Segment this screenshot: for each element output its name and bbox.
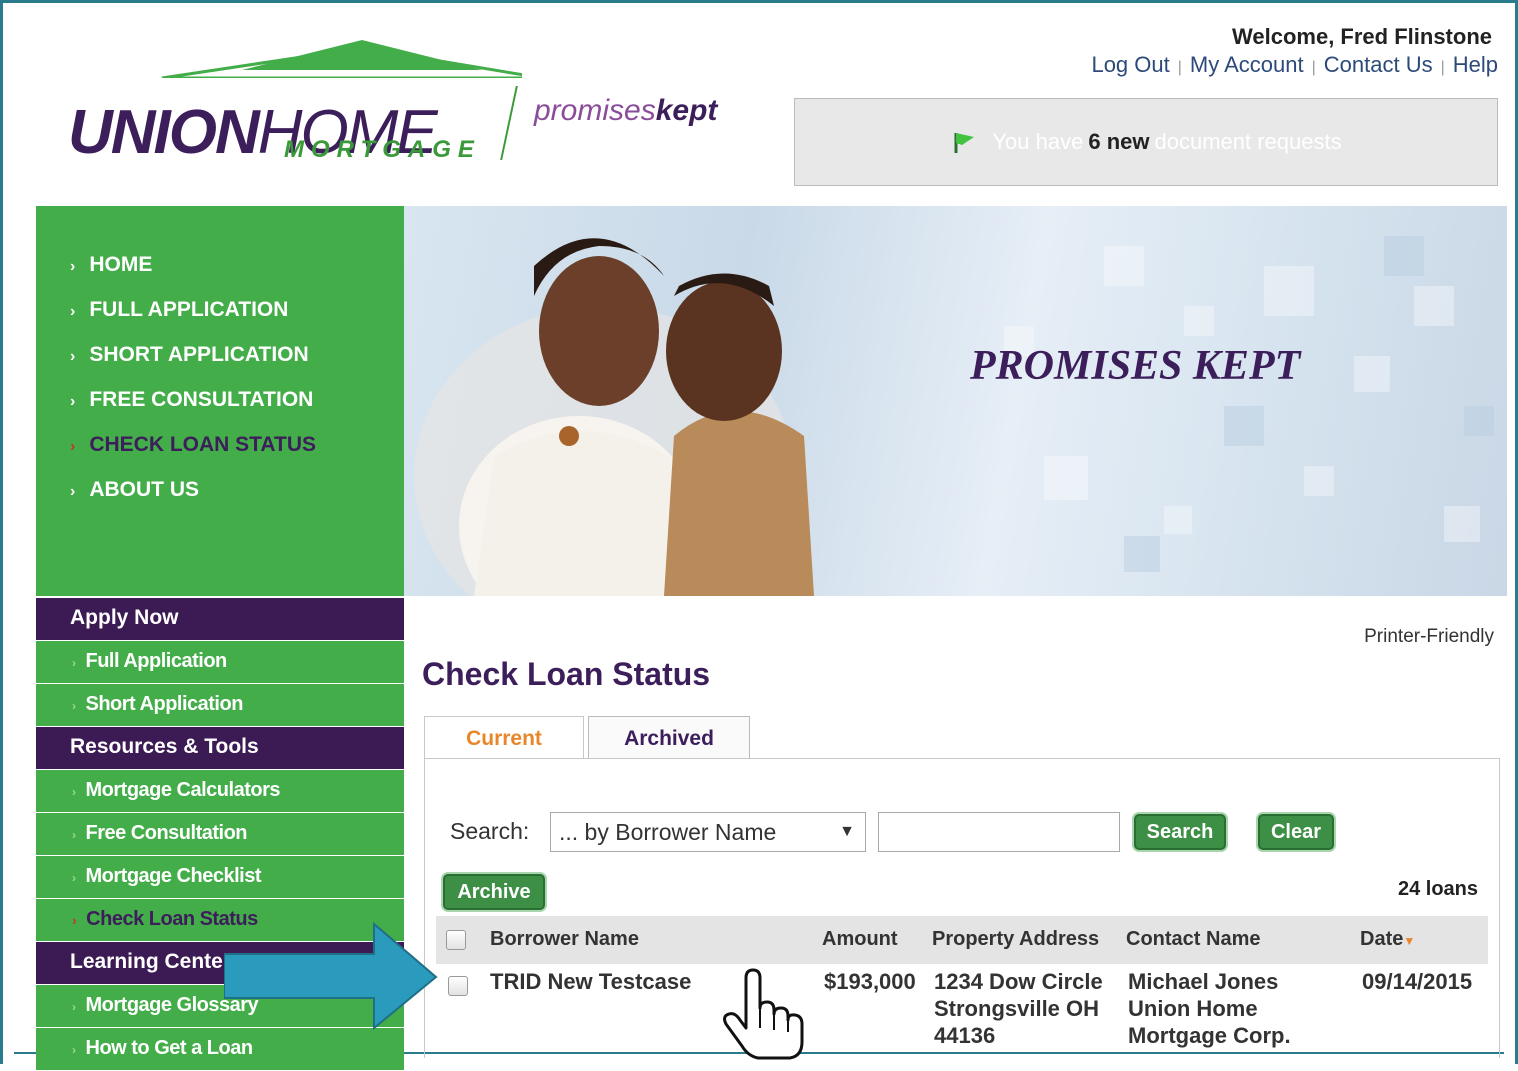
- col-amount[interactable]: Amount: [822, 928, 898, 951]
- notice-suffix: document requests: [1154, 129, 1342, 154]
- help-link[interactable]: Help: [1453, 52, 1498, 77]
- row-contact: Michael Jones Union Home Mortgage Corp.: [1128, 969, 1291, 1048]
- row-amount: $193,000: [824, 969, 916, 994]
- printer-friendly-link[interactable]: Printer-Friendly: [1364, 626, 1494, 648]
- chevron-right-icon: ›: [72, 699, 76, 713]
- sidebar-header-resources: Resources & Tools: [36, 727, 404, 769]
- chevron-right-icon: ›: [70, 348, 76, 365]
- col-contact-name[interactable]: Contact Name: [1126, 928, 1260, 951]
- chevron-right-icon: ›: [72, 1000, 76, 1014]
- sort-down-icon: ▼: [1403, 934, 1416, 948]
- search-type-select[interactable]: ... by Borrower Name ▼: [550, 812, 866, 852]
- chevron-down-icon: ▼: [839, 823, 855, 840]
- sidebar-item-mortgage-calculators[interactable]: › Mortgage Calculators: [36, 770, 404, 812]
- notice-count: 6 new: [1088, 129, 1150, 154]
- flag-icon: [954, 133, 975, 153]
- notice-prefix: You have: [992, 129, 1084, 154]
- nav-free-consultation[interactable]: › FREE CONSULTATION: [70, 385, 404, 430]
- clear-button[interactable]: Clear: [1258, 814, 1334, 850]
- nav-home[interactable]: › HOME: [70, 250, 404, 295]
- sidebar-item-full-application[interactable]: › Full Application: [36, 641, 404, 683]
- sidebar-item-mortgage-checklist[interactable]: › Mortgage Checklist: [36, 856, 404, 898]
- chevron-right-icon: ›: [72, 912, 77, 928]
- col-property-address[interactable]: Property Address: [932, 928, 1099, 951]
- chevron-right-icon: ›: [72, 1043, 76, 1057]
- hero-headline: PROMISES KEPT: [970, 343, 1301, 389]
- sidebar-item-short-application[interactable]: › Short Application: [36, 684, 404, 726]
- chevron-right-icon: ›: [70, 258, 76, 275]
- brand-logo[interactable]: UNIONHOME MORTGAGE promiseskept: [62, 38, 762, 168]
- callout-arrow-icon: [224, 922, 438, 1031]
- chevron-right-icon: ›: [70, 438, 76, 455]
- tab-current[interactable]: Current: [424, 716, 584, 758]
- welcome-message: Welcome, Fred Flinstone: [1232, 24, 1492, 49]
- nav-short-application[interactable]: › SHORT APPLICATION: [70, 340, 404, 385]
- search-label: Search:: [450, 818, 530, 844]
- row-checkbox[interactable]: [448, 976, 468, 996]
- hero-banner: PROMISES KEPT: [404, 206, 1507, 596]
- tab-archived[interactable]: Archived: [588, 716, 750, 758]
- col-borrower-name[interactable]: Borrower Name: [490, 928, 639, 951]
- loan-count: 24 loans: [1397, 878, 1478, 900]
- archive-button[interactable]: Archive: [443, 874, 545, 910]
- row-address: 1234 Dow Circle Strongsville OH 44136: [934, 969, 1103, 1048]
- contact-us-link[interactable]: Contact Us: [1324, 52, 1433, 77]
- logout-link[interactable]: Log Out: [1091, 52, 1169, 77]
- chevron-right-icon: ›: [70, 303, 76, 320]
- chevron-right-icon: ›: [72, 871, 76, 885]
- col-date[interactable]: Date▼: [1360, 928, 1415, 951]
- logo-tagline: promiseskept: [534, 94, 718, 127]
- chevron-right-icon: ›: [70, 393, 76, 410]
- my-account-link[interactable]: My Account: [1190, 52, 1304, 77]
- select-all-checkbox[interactable]: [446, 930, 466, 950]
- top-links: Log Out | My Account | Contact Us | Help: [1091, 52, 1498, 77]
- main-nav: › HOME › FULL APPLICATION › SHORT APPLICATI…: [36, 206, 404, 596]
- page-title: Check Loan Status: [422, 656, 711, 692]
- pointer-hand-icon: [723, 968, 804, 1060]
- hero-photo: [414, 236, 1494, 596]
- logo-subtitle: MORTGAGE: [284, 136, 481, 163]
- nav-full-application[interactable]: › FULL APPLICATION: [70, 295, 404, 340]
- search-input[interactable]: [878, 812, 1120, 852]
- row-date: 09/14/2015: [1362, 969, 1473, 994]
- sidebar-item-free-consultation[interactable]: › Free Consultation: [36, 813, 404, 855]
- row-borrower[interactable]: TRID New Testcase: [490, 968, 691, 995]
- chevron-right-icon: ›: [72, 656, 76, 670]
- chevron-right-icon: ›: [72, 785, 76, 799]
- nav-check-loan-status[interactable]: › CHECK LOAN STATUS: [70, 430, 404, 475]
- roof-icon: [161, 40, 522, 78]
- search-type-value: ... by Borrower Name: [559, 819, 777, 845]
- chevron-right-icon: ›: [70, 483, 76, 500]
- logo-divider: [500, 86, 518, 160]
- nav-about-us[interactable]: › ABOUT US: [70, 475, 404, 520]
- search-button[interactable]: Search: [1134, 814, 1226, 850]
- document-requests-notice[interactable]: You have 6 new document requests: [794, 98, 1498, 186]
- sidebar-header-apply: Apply Now: [36, 598, 404, 640]
- chevron-right-icon: ›: [72, 828, 76, 842]
